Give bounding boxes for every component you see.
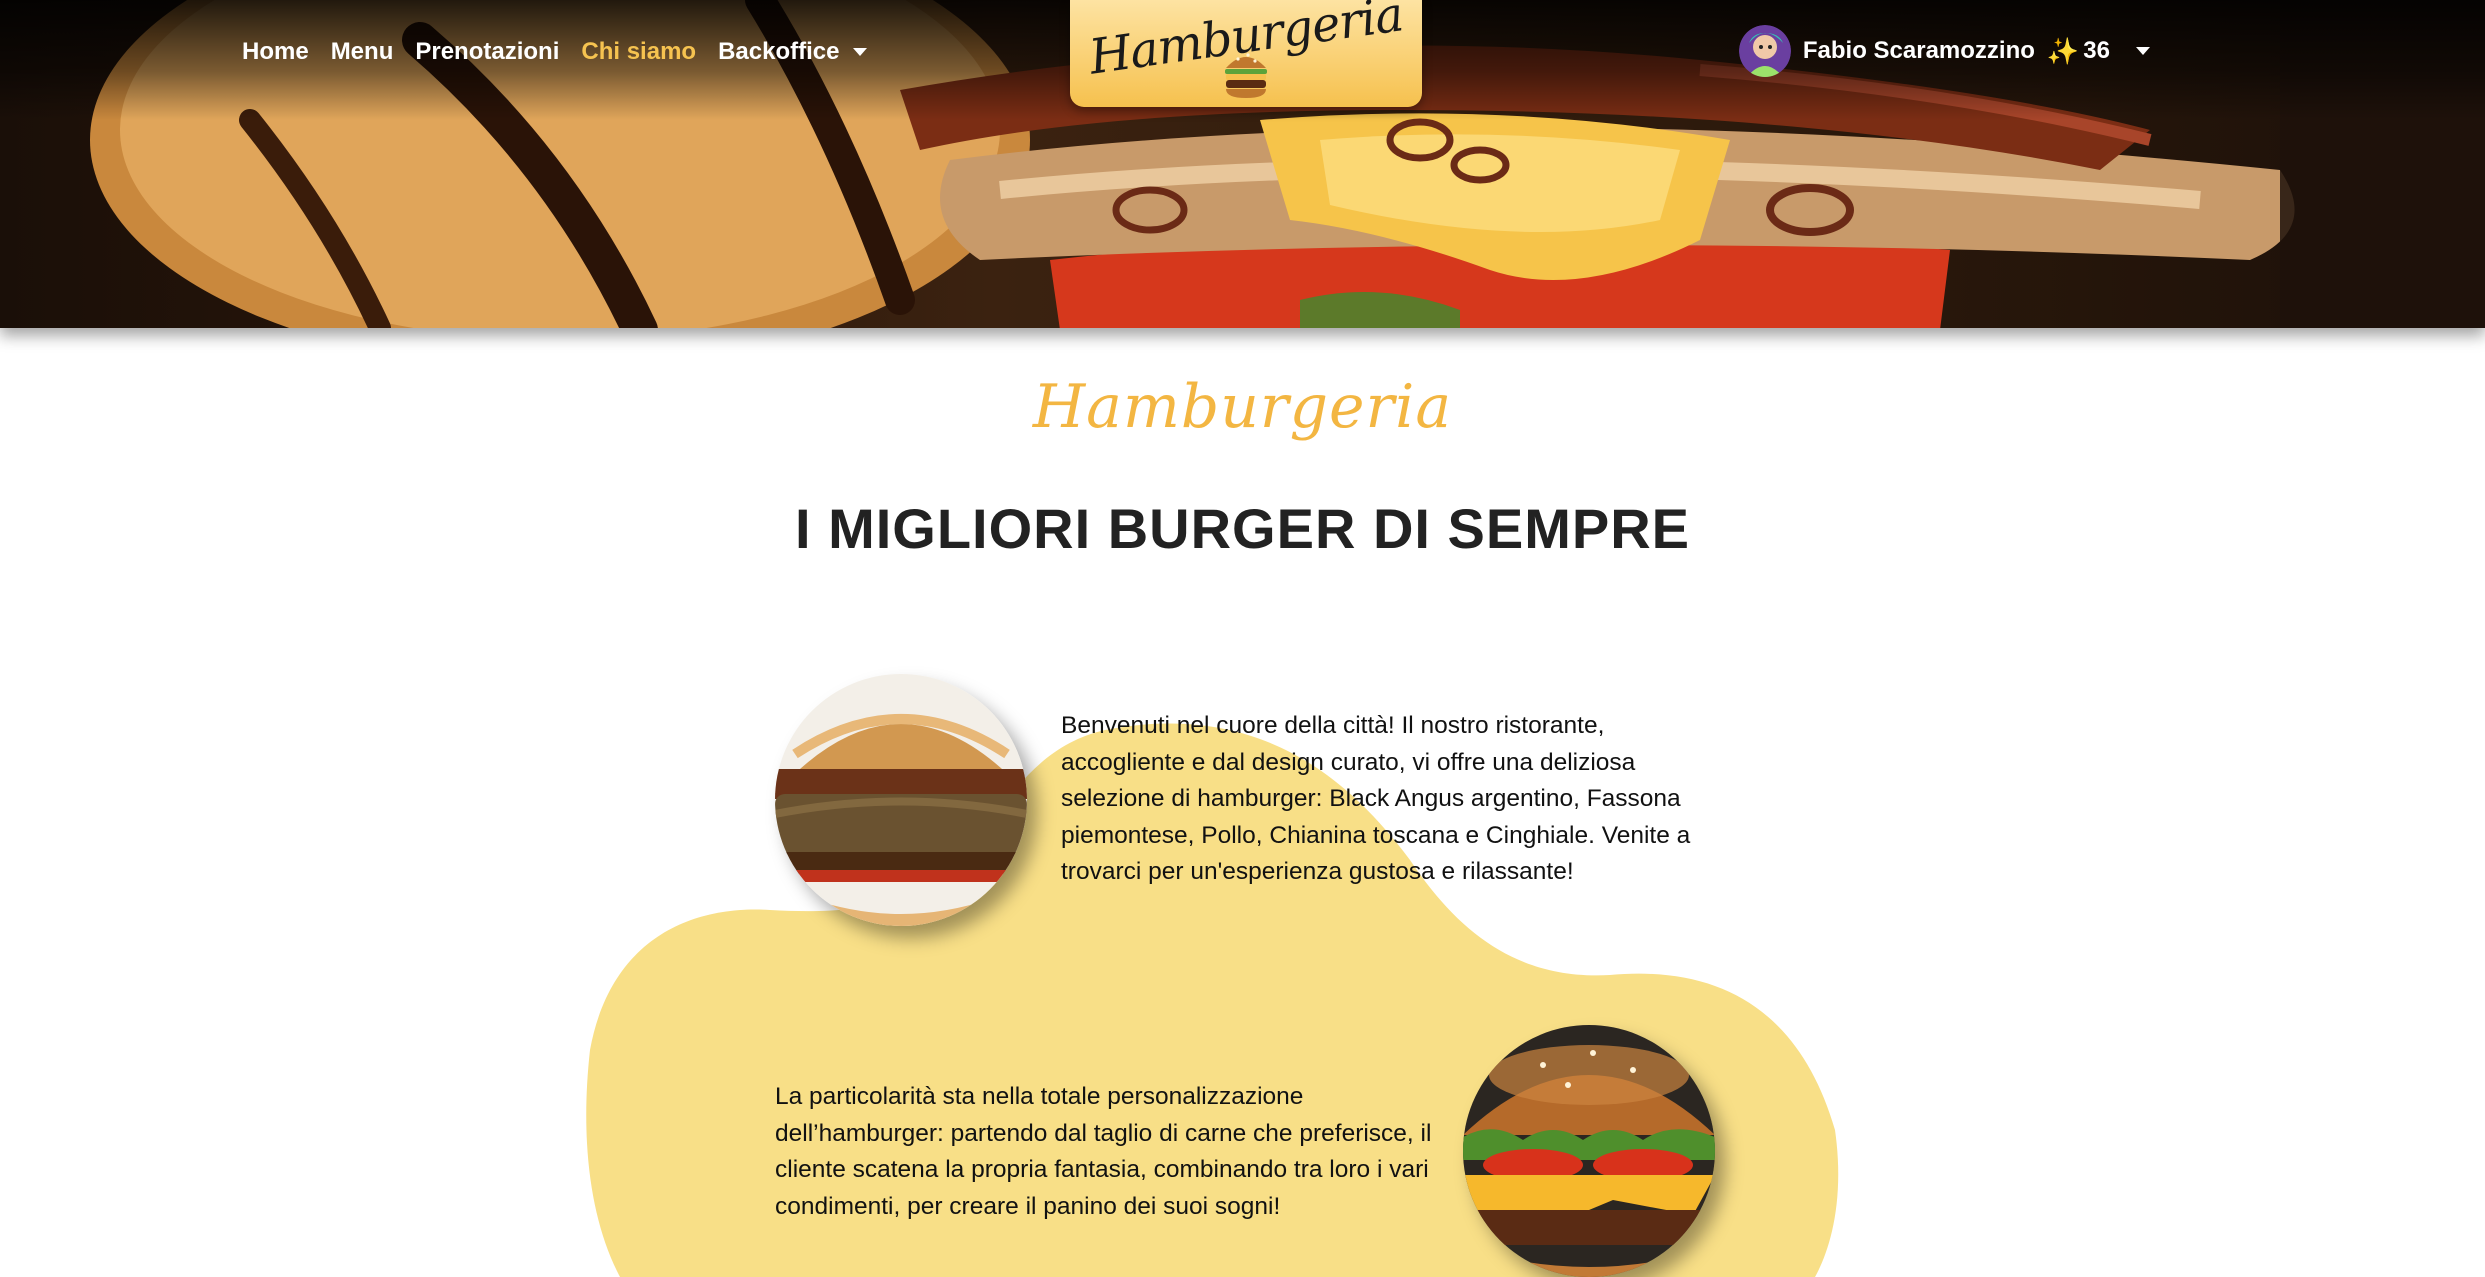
section-script-title: Hamburgeria (1032, 372, 1453, 442)
burger-photo-1 (775, 674, 1027, 926)
burger-photo-2 (1463, 1025, 1715, 1277)
page-title: I MIGLIORI BURGER DI SEMPRE (794, 497, 1691, 560)
customization-paragraph: La particolarità sta nella totale person… (775, 1083, 1432, 1220)
intro-paragraph: Benvenuti nel cuore della città! Il nost… (1061, 712, 1691, 885)
